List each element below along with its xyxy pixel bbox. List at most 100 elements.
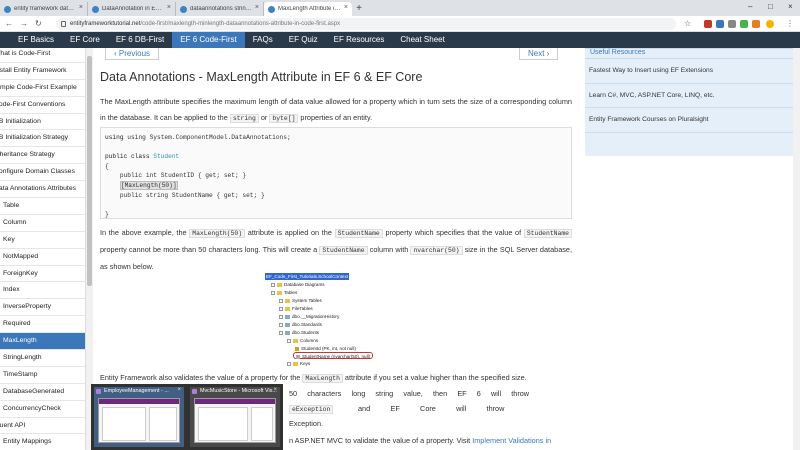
sidebar-item[interactable]: InverseProperty xyxy=(0,299,85,317)
page-title: Data Annotations - MaxLength Attribute i… xyxy=(100,70,423,84)
minimize-icon[interactable]: – xyxy=(748,2,752,11)
browser-tab-3[interactable]: dataannotations string max leng× xyxy=(176,2,264,16)
nav-ef6-code-first[interactable]: EF 6 Code-First xyxy=(172,32,245,48)
close-icon[interactable]: × xyxy=(255,4,259,14)
sidebar-item[interactable]: Code-First Conventions xyxy=(0,97,85,114)
close-icon[interactable]: × xyxy=(273,387,277,393)
table-icon xyxy=(285,330,290,335)
favicon-icon xyxy=(4,6,11,13)
forward-icon[interactable]: → xyxy=(20,19,28,28)
close-window-icon[interactable]: × xyxy=(788,2,793,11)
browser-tab-2[interactable]: DataAnnotation in EF 6 and EF C× xyxy=(88,2,176,16)
sidebar-item[interactable]: Entity Mappings xyxy=(0,434,85,450)
tree-node: FileTables xyxy=(279,305,313,312)
resource-link[interactable]: Learn C#, MVC, ASP.NET Core, LINQ, etc. xyxy=(585,84,794,108)
sidebar-item[interactable]: StringLength xyxy=(0,350,85,367)
sidebar-item[interactable]: What is Code-First xyxy=(0,48,85,63)
folder-icon xyxy=(285,306,290,311)
previous-button[interactable]: ‹ Previous xyxy=(105,48,160,60)
right-column: Useful Resources Fastest Way to Insert u… xyxy=(580,48,800,450)
table-icon xyxy=(285,322,290,327)
implement-validations-link[interactable]: Implement Validations in xyxy=(472,436,551,445)
nav-faqs[interactable]: FAQs xyxy=(245,32,281,48)
sidebar-item[interactable]: DB Initialization xyxy=(0,114,85,131)
sidebar-item[interactable]: MaxLength xyxy=(0,333,85,351)
sidebar-item[interactable]: DatabaseGenerated xyxy=(0,384,85,401)
close-icon[interactable]: × xyxy=(167,4,171,14)
sidebar-item[interactable]: Column xyxy=(0,215,85,232)
new-tab-button[interactable]: + xyxy=(352,2,366,16)
sidebar-item[interactable]: TimeStamp xyxy=(0,367,85,384)
code-line: using using System.ComponentModel.DataAn… xyxy=(105,134,291,141)
useful-resources-box: Useful Resources Fastest Way to Insert u… xyxy=(585,48,794,156)
resource-link[interactable]: Entity Framework Courses on Pluralsight xyxy=(585,108,794,133)
folder-icon xyxy=(277,282,282,287)
nav-ef-basics[interactable]: EF Basics xyxy=(0,32,62,48)
sidebar-item[interactable]: Simple Code-First Example xyxy=(0,80,85,97)
nav-cheat-sheet[interactable]: Cheat Sheet xyxy=(392,32,452,48)
nav-ef6-db-first[interactable]: EF 6 DB-First xyxy=(108,32,172,48)
code-line: public string StudentName { get; set; } xyxy=(105,191,265,199)
menu-icon[interactable]: ⋮ xyxy=(786,19,794,28)
validate-line-3: and EF Core will throw xyxy=(358,404,505,413)
code-line: [MaxLength(50)] xyxy=(105,180,567,192)
url-path: /code-first/maxlength-minlength-dataanno… xyxy=(140,21,341,27)
sidebar-item[interactable]: ForeignKey xyxy=(0,266,85,283)
code-line: { xyxy=(105,162,109,170)
sidebar-item[interactable]: NotMapped xyxy=(0,249,85,266)
mvc-paragraph: n ASP.NET MVC to validate the value of a… xyxy=(289,436,552,445)
close-icon[interactable]: × xyxy=(79,4,83,14)
address-bar-row: ← → ↻ entityframeworktutorial.net/code-f… xyxy=(0,16,800,32)
favicon-icon xyxy=(92,6,99,13)
nav-ef-core[interactable]: EF Core xyxy=(62,32,108,48)
page-scrollbar[interactable] xyxy=(793,48,800,450)
taskbar-thumbnail-2[interactable]: MvcMusicStore - Microsoft Vis... × xyxy=(190,387,280,447)
inline-code: string xyxy=(229,114,259,123)
extension-icon[interactable] xyxy=(740,20,748,28)
taskbar-thumbnail-1[interactable]: EmployeeManagement - ... × xyxy=(94,387,184,447)
sidebar-item[interactable]: Key xyxy=(0,232,85,249)
sidebar-item[interactable]: Fluent API xyxy=(0,418,85,435)
browser-tab-1[interactable]: entity framework data annotatio× xyxy=(0,2,88,16)
back-icon[interactable]: ← xyxy=(5,19,13,28)
reload-icon[interactable]: ↻ xyxy=(35,19,42,28)
sidebar-item[interactable]: Install Entity Framework xyxy=(0,63,85,80)
resource-link[interactable]: Fastest Way to Insert using EF Extension… xyxy=(585,59,794,84)
tree-node: Keys xyxy=(287,360,310,367)
sidebar-item[interactable]: Configure Domain Classes xyxy=(0,164,85,182)
table-icon xyxy=(285,314,290,319)
sidebar-item[interactable]: Index xyxy=(0,282,85,300)
extension-icon[interactable] xyxy=(752,20,760,28)
avatar[interactable] xyxy=(766,20,774,28)
sidebar-item[interactable]: DB Initialization Strategy xyxy=(0,130,85,148)
close-icon[interactable]: × xyxy=(177,387,181,393)
sidebar-item[interactable]: ConcurrencyCheck xyxy=(0,401,85,418)
folder-icon xyxy=(277,290,282,295)
extension-icon[interactable] xyxy=(704,20,712,28)
site-nav: EF Basics EF Core EF 6 DB-First EF 6 Cod… xyxy=(0,32,800,48)
extension-icon[interactable] xyxy=(728,20,736,28)
tree-node: EF_Code_First_Tutorials.SchoolContext xyxy=(265,273,350,280)
tree-node: System Tables xyxy=(279,297,322,304)
maximize-icon[interactable]: □ xyxy=(768,2,773,11)
close-icon[interactable]: × xyxy=(344,4,348,14)
browser-tab-strip: entity framework data annotatio× DataAnn… xyxy=(0,0,800,16)
sidebar-item[interactable]: Inheritance Strategy xyxy=(0,147,85,165)
lock-icon xyxy=(61,21,66,27)
url-domain: entityframeworktutorial.net xyxy=(70,21,141,27)
next-button[interactable]: Next › xyxy=(519,48,559,60)
extension-icon[interactable] xyxy=(716,20,724,28)
tree-node: Columns xyxy=(287,337,318,344)
sidebar-scroll-thumb[interactable] xyxy=(87,56,92,286)
nav-ef-resources[interactable]: EF Resources xyxy=(326,32,393,48)
tree-node: dbo.Students xyxy=(279,329,319,336)
star-icon[interactable]: ☆ xyxy=(684,19,691,28)
sidebar-item[interactable]: Table xyxy=(0,198,85,215)
sidebar-item[interactable]: Data Annotations Attributes xyxy=(0,181,85,199)
tree-node: StudentId (PK, int, not null) xyxy=(295,345,356,352)
sidebar-item[interactable]: Required xyxy=(0,316,85,334)
nav-ef-quiz[interactable]: EF Quiz xyxy=(281,32,326,48)
url-input[interactable]: entityframeworktutorial.net/code-first/m… xyxy=(56,18,676,30)
browser-tab-4[interactable]: MaxLength Attribute in EF 6 and× xyxy=(264,2,352,16)
